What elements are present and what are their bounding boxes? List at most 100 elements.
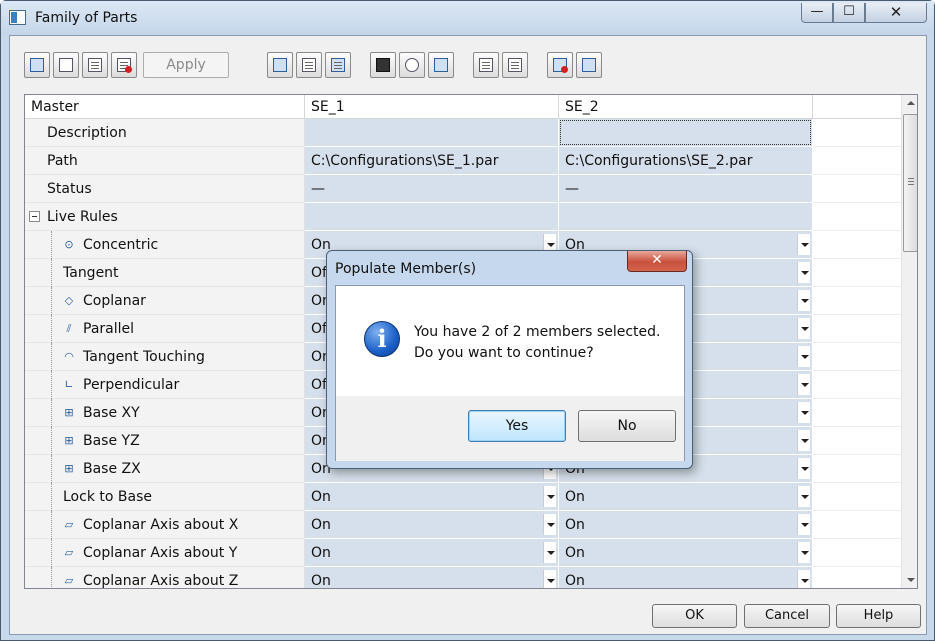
se1-value-cell[interactable]: On: [305, 539, 559, 567]
apply-button[interactable]: Apply: [143, 52, 229, 78]
add-member-button[interactable]: [24, 52, 50, 78]
vertical-scrollbar[interactable]: [901, 95, 917, 588]
column-header-se2[interactable]: SE_2: [559, 95, 813, 119]
se1-value-cell[interactable]: [305, 119, 559, 147]
row-label-cell[interactable]: Live Rules: [25, 203, 305, 231]
se1-value-cell[interactable]: On: [305, 483, 559, 511]
row-label-cell[interactable]: Description: [25, 119, 305, 147]
add-multiple-button[interactable]: [53, 52, 79, 78]
se1-value-cell[interactable]: On: [305, 511, 559, 539]
dropdown-arrow-icon[interactable]: [797, 234, 810, 255]
row-label-cell[interactable]: ⊙ Concentric: [25, 231, 305, 259]
edit-member-button[interactable]: [82, 52, 108, 78]
ok-button[interactable]: OK: [652, 604, 737, 628]
import-icon: [508, 58, 522, 72]
row-label: Path: [47, 153, 78, 169]
scroll-down-arrow-icon[interactable]: [902, 571, 917, 588]
empty-cell: [813, 399, 903, 427]
dropdown-arrow-icon[interactable]: [797, 430, 810, 451]
dropdown-arrow-icon[interactable]: [797, 262, 810, 283]
tree-line: [51, 427, 52, 455]
collapse-toggle-icon[interactable]: [29, 211, 40, 222]
row-label-cell[interactable]: Tangent: [25, 259, 305, 287]
dropdown-arrow-icon[interactable]: [797, 290, 810, 311]
table-row: Live Rules: [25, 203, 903, 231]
update-button[interactable]: [576, 52, 602, 78]
print-button[interactable]: [428, 52, 454, 78]
undo-button[interactable]: [399, 52, 425, 78]
row-label-cell[interactable]: ▱ Coplanar Axis about Y: [25, 539, 305, 567]
empty-cell: [813, 567, 903, 588]
row-label-cell[interactable]: Path: [25, 147, 305, 175]
row-label-cell[interactable]: ⫽ Parallel: [25, 315, 305, 343]
tree-line: [51, 231, 52, 259]
dropdown-arrow-icon[interactable]: [543, 514, 556, 535]
no-button[interactable]: No: [578, 410, 676, 442]
dropdown-arrow-icon[interactable]: [797, 542, 810, 563]
se2-value-cell[interactable]: [559, 203, 813, 231]
dropdown-arrow-icon[interactable]: [797, 514, 810, 535]
dropdown-arrow-icon[interactable]: [797, 374, 810, 395]
paste-members-button[interactable]: [325, 52, 351, 78]
column-header-se1[interactable]: SE_1: [305, 95, 559, 119]
populate-button[interactable]: [547, 52, 573, 78]
dropdown-arrow-icon[interactable]: [543, 570, 556, 588]
scroll-thumb[interactable]: [903, 114, 917, 252]
dropdown-arrow-icon[interactable]: [543, 486, 556, 507]
row-label-cell[interactable]: Status: [25, 175, 305, 203]
row-label-cell[interactable]: ◠ Tangent Touching: [25, 343, 305, 371]
se1-value-cell[interactable]: [305, 203, 559, 231]
rule-icon: ▱: [64, 574, 74, 587]
se1-value-cell[interactable]: —: [305, 175, 559, 203]
select-members-button[interactable]: [267, 52, 293, 78]
yes-button[interactable]: Yes: [468, 410, 566, 442]
row-label-cell[interactable]: ⊞ Base XY: [25, 399, 305, 427]
scroll-up-arrow-icon[interactable]: [902, 95, 917, 112]
help-button[interactable]: Help: [836, 604, 921, 628]
se2-value-cell[interactable]: C:\Configurations\SE_2.par: [559, 147, 813, 175]
column-header-master[interactable]: Master: [25, 95, 305, 119]
se2-value-cell[interactable]: On: [559, 483, 813, 511]
dropdown-arrow-icon[interactable]: [543, 542, 556, 563]
dropdown-arrow-icon[interactable]: [797, 318, 810, 339]
row-label-cell[interactable]: ∟ Perpendicular: [25, 371, 305, 399]
row-label-cell[interactable]: ▱ Coplanar Axis about Z: [25, 567, 305, 588]
dialog-close-button[interactable]: ✕: [627, 251, 687, 272]
row-label-cell[interactable]: ◇ Coplanar: [25, 287, 305, 315]
cell-value: On: [311, 489, 331, 505]
delete-member-button[interactable]: [111, 52, 137, 78]
import-button[interactable]: [502, 52, 528, 78]
row-label-cell[interactable]: ⊞ Base ZX: [25, 455, 305, 483]
minimize-button[interactable]: —: [801, 3, 833, 23]
title-bar[interactable]: Family of Parts — ☐ ✕: [1, 1, 934, 35]
se2-value-cell[interactable]: On: [559, 567, 813, 588]
row-label: Concentric: [83, 237, 159, 253]
copy-members-button[interactable]: [296, 52, 322, 78]
export-icon: [479, 58, 493, 72]
se2-value-cell[interactable]: [559, 119, 813, 147]
dropdown-arrow-icon[interactable]: [797, 486, 810, 507]
empty-cell: [813, 175, 903, 203]
save-button[interactable]: [370, 52, 396, 78]
row-label: Live Rules: [47, 209, 118, 225]
window-close-button[interactable]: ✕: [865, 3, 927, 23]
row-label-cell[interactable]: ⊞ Base YZ: [25, 427, 305, 455]
export-button[interactable]: [473, 52, 499, 78]
edit-member-icon: [88, 58, 102, 72]
tree-line: [51, 259, 52, 287]
row-label-cell[interactable]: Lock to Base: [25, 483, 305, 511]
dropdown-arrow-icon[interactable]: [797, 458, 810, 479]
dropdown-arrow-icon[interactable]: [797, 570, 810, 588]
maximize-button[interactable]: ☐: [833, 3, 865, 23]
dropdown-arrow-icon[interactable]: [797, 346, 810, 367]
cell-value: Of: [311, 265, 327, 281]
se2-value-cell[interactable]: On: [559, 511, 813, 539]
se2-value-cell[interactable]: —: [559, 175, 813, 203]
se1-value-cell[interactable]: C:\Configurations\SE_1.par: [305, 147, 559, 175]
se1-value-cell[interactable]: On: [305, 567, 559, 588]
row-label-cell[interactable]: ▱ Coplanar Axis about X: [25, 511, 305, 539]
se2-value-cell[interactable]: On: [559, 539, 813, 567]
row-label: Description: [47, 125, 127, 141]
cancel-button[interactable]: Cancel: [744, 604, 830, 628]
dropdown-arrow-icon[interactable]: [797, 402, 810, 423]
